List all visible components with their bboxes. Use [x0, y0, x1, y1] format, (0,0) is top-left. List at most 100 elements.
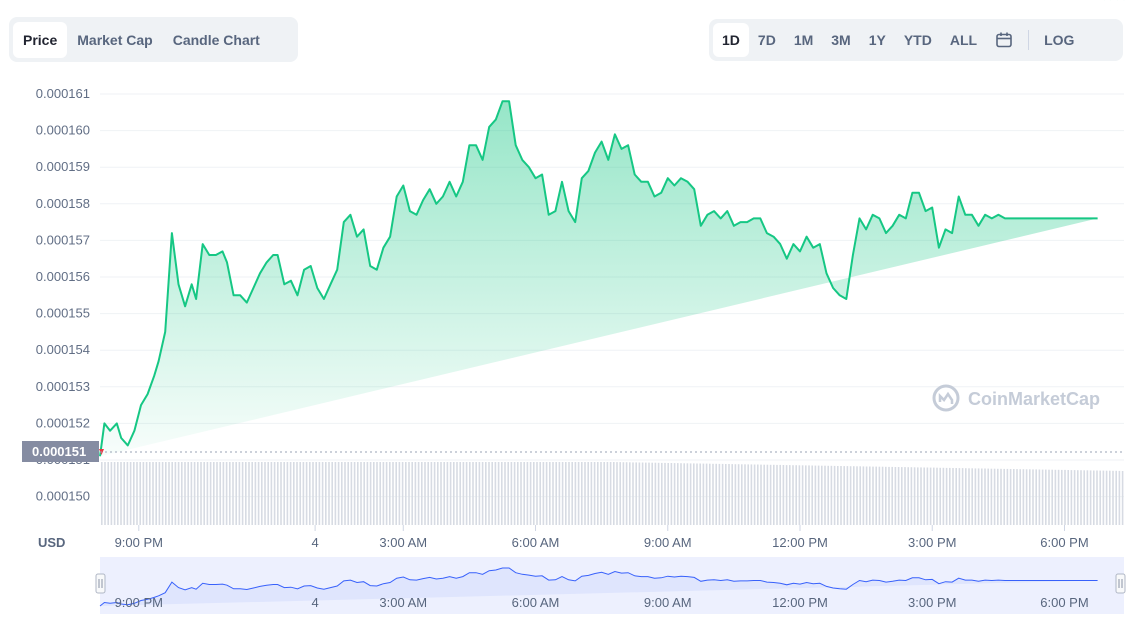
volume-bar: [523, 462, 525, 525]
volume-bar: [373, 462, 375, 525]
volume-bar: [293, 462, 295, 525]
volume-bar: [216, 462, 218, 525]
volume-bar: [997, 468, 999, 525]
volume-bar: [878, 466, 881, 525]
volume-bar: [1083, 470, 1085, 525]
volume-bar: [728, 464, 730, 525]
volume-bar: [664, 462, 666, 525]
volume-bar: [955, 468, 957, 525]
volume-bar: [510, 462, 513, 525]
volume-bar: [603, 462, 605, 525]
volume-bar: [837, 466, 839, 525]
volume-bar: [974, 468, 977, 525]
volume-bar: [385, 462, 388, 525]
volume-bar: [440, 462, 442, 525]
volume-bar: [945, 467, 948, 525]
volume-bar: [165, 462, 167, 525]
volume-bar: [254, 462, 257, 525]
volume-bar: [1019, 469, 1021, 525]
volume-bar: [507, 462, 509, 525]
volume-bar: [533, 462, 535, 525]
volume-bar: [961, 468, 964, 525]
volume-bar: [494, 462, 497, 525]
volume-bar: [993, 468, 996, 525]
volume-bar: [309, 462, 311, 525]
volume-bar: [689, 463, 692, 525]
volume-bar: [1051, 469, 1053, 525]
volume-bar: [1003, 468, 1005, 525]
volume-bar: [408, 462, 410, 525]
volume-bar: [737, 464, 740, 525]
volume-bar: [139, 462, 141, 525]
volume-bar: [971, 468, 973, 525]
volume-bar: [414, 462, 417, 525]
navigator-tick-label: 6:00 PM: [1040, 595, 1088, 610]
volume-bar: [965, 468, 967, 525]
volume-bar: [942, 467, 945, 525]
navigator-tick-label: 3:00 AM: [379, 595, 427, 610]
volume-bar: [1038, 469, 1041, 525]
volume-bar: [593, 462, 596, 525]
volume-bar: [168, 462, 170, 525]
volume-bar: [353, 462, 356, 525]
volume-bar: [104, 462, 106, 525]
volume-bar: [613, 462, 615, 525]
navigator-right-handle[interactable]: [1115, 573, 1126, 594]
volume-bar: [801, 465, 804, 525]
volume-bar: [501, 462, 503, 525]
navigator-tick-label: 9:00 PM: [115, 595, 163, 610]
volume-bar: [1067, 470, 1069, 525]
volume-bar: [120, 462, 122, 525]
y-tick-label: 0.000150: [36, 489, 90, 504]
volume-bar: [427, 462, 429, 525]
volume-bar: [1089, 470, 1092, 525]
volume-bar: [222, 462, 225, 525]
volume-bar: [443, 462, 445, 525]
volume-bar: [379, 462, 381, 525]
volume-bar: [1009, 469, 1012, 525]
y-tick-label: 0.000157: [36, 232, 90, 247]
volume-bar: [110, 462, 113, 525]
volume-bar: [958, 468, 961, 525]
volume-bar: [488, 462, 490, 525]
volume-bar: [929, 467, 932, 525]
volume-bar: [184, 462, 186, 525]
volume-bar: [273, 462, 276, 525]
volume-bar: [1121, 471, 1124, 525]
volume-bar: [472, 462, 474, 525]
volume-bar: [705, 463, 708, 525]
volume-bar: [686, 463, 689, 525]
volume-bar: [251, 462, 253, 525]
volume-bar: [456, 462, 458, 525]
volume-bar: [453, 462, 455, 525]
volume-bar: [693, 463, 695, 525]
volume-bar: [661, 462, 663, 525]
volume-bar: [264, 462, 266, 525]
x-tick-label: 3:00 PM: [908, 535, 956, 550]
volume-bar: [1013, 469, 1015, 525]
volume-bar: [261, 462, 263, 525]
volume-bar: [469, 462, 471, 525]
volume-bar: [638, 462, 641, 525]
volume-bar: [430, 462, 433, 525]
volume-bar: [753, 464, 756, 525]
volume-bar: [859, 466, 861, 525]
volume-bar: [321, 462, 324, 525]
volume-bar: [142, 462, 145, 525]
volume-bar: [846, 466, 849, 525]
volume-bar: [485, 462, 487, 525]
volume-bar: [542, 462, 545, 525]
volume-bar: [1093, 470, 1095, 525]
volume-bar: [606, 462, 609, 525]
volume-bar: [677, 463, 679, 525]
volume-bar: [769, 464, 772, 525]
volume-bar: [718, 463, 721, 525]
volume-bar: [1025, 469, 1028, 525]
volume-bar: [389, 462, 391, 525]
volume-bar: [632, 462, 634, 525]
volume-bar: [289, 462, 292, 525]
volume-bar: [565, 462, 567, 525]
volume-bar: [933, 467, 935, 525]
volume-bar: [897, 467, 900, 525]
navigator-left-handle[interactable]: [95, 573, 106, 594]
